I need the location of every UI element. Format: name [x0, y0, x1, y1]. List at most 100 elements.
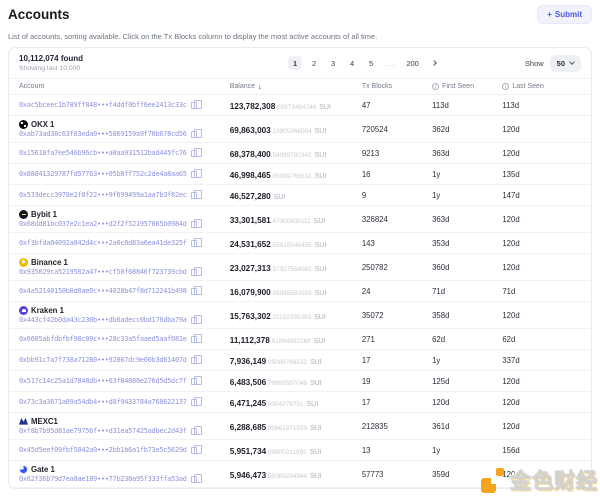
account-address-link[interactable]: 0xf8b7b95d81ae79756f•••d31ea57425adbec2d… [19, 427, 187, 435]
pagination-next-button[interactable] [427, 56, 441, 70]
balance-decimals: .55069294944 [266, 473, 307, 480]
account-address-link[interactable]: 0x68dd81bc037e2c1ea2•••d2f2f521957065b09… [19, 220, 187, 228]
balance-unit: SUI [315, 266, 327, 273]
account-address-link[interactable]: 0x533decc3978e2f8f22•••9f699499a1aa7b3f8… [19, 191, 187, 199]
balance-decimals: .21152395383 [271, 314, 311, 321]
copy-icon[interactable] [191, 269, 197, 276]
first-seen-cell: 1y [432, 446, 502, 455]
table-row[interactable]: MEXC1 0xf8b7b95d81ae79756f•••d31ea57425a… [9, 413, 591, 440]
account-address-link[interactable]: 0x15610fa7ee546b96cb•••a0aa931512bad445f… [19, 149, 187, 157]
last-seen-cell: 120d [502, 125, 581, 134]
last-seen-cell: 71d [502, 287, 581, 296]
copy-icon[interactable] [191, 102, 197, 109]
copy-icon[interactable] [191, 336, 197, 343]
table-row[interactable]: OKX 1 0xab73ad38c63f83eda0•••5869159a9f7… [9, 116, 591, 143]
table-row[interactable]: 0x88841329787fd57763•••05b8ff752c2de4a8a… [9, 164, 591, 185]
first-seen-cell: 363d [432, 215, 502, 224]
table-row[interactable]: 0x73c3a3671a89a54db4•••d8f9433784a768622… [9, 392, 591, 413]
balance-cell: 68,378,400.54065780342SUI [230, 144, 362, 162]
account-cell: 0xbb91c7a7f738a71280•••92867dc9e00b3d014… [19, 356, 230, 364]
table-row[interactable]: 0x15610fa7ee546b96cb•••a0aa931512bad445f… [9, 143, 591, 164]
copy-icon[interactable] [191, 131, 197, 138]
account-address-link[interactable]: 0x4a52140150b8d0ae0c•••4028b47f8d712241b… [19, 287, 187, 295]
exchange-icon [19, 210, 28, 219]
account-address-link[interactable]: 0x88841329787fd57763•••05b8ff752c2de4a8a… [19, 170, 187, 178]
balance-decimals: .47300830111 [271, 218, 311, 225]
copy-icon[interactable] [191, 240, 197, 247]
table-row[interactable]: Binance 1 0x935029ca5219502a47•••cf50f68… [9, 254, 591, 281]
balance-column-header[interactable]: Balance ↓ [230, 82, 362, 91]
copy-icon[interactable] [191, 192, 197, 199]
account-address-link[interactable]: 0xab73ad38c63f83eda0•••5869159a9f70b678c… [19, 130, 187, 138]
table-row[interactable]: 0xf3bfda04092a842d4c•••2a0c0d83a6ea41de3… [9, 233, 591, 254]
table-row[interactable]: 0x45d5eef09fbf5842a0•••2bb1b6a1fb73e5c56… [9, 440, 591, 461]
account-address-link[interactable]: 0x935029ca5219502a47•••cf50f68846f723739… [19, 268, 187, 276]
copy-icon[interactable] [191, 317, 197, 324]
balance-integer: 6,471,245 [230, 399, 266, 408]
account-address-link[interactable]: 0x6605abfdbfbf98c09c•••28c33a5faaed5aaf0… [19, 335, 187, 343]
balance-cell: 6,288,685.80661971029SUI [230, 417, 362, 435]
info-icon[interactable]: i [432, 83, 439, 90]
balance-decimals: .05089766532 [271, 173, 312, 180]
pagination-page[interactable]: 5 [364, 56, 378, 70]
account-address-link[interactable]: 0x443cf42b0da43c230b•••db6adecc0bd176dba… [19, 316, 187, 324]
copy-icon[interactable] [191, 476, 197, 483]
first-seen-cell: 359d [432, 470, 502, 479]
tx-blocks-column-header[interactable]: Tx Blocks [362, 83, 432, 90]
account-address-link[interactable]: 0x73c3a3671a89a54db4•••d8f9433784a768622… [19, 398, 187, 406]
first-seen-column-header: i First Seen [432, 83, 502, 90]
balance-integer: 15,763,302 [230, 312, 271, 321]
copy-icon[interactable] [191, 378, 197, 385]
table-row[interactable]: 0x6605abfdbfbf98c09c•••28c33a5faaed5aaf0… [9, 329, 591, 350]
balance-integer: 11,112,378 [230, 336, 270, 345]
account-cell: 0x15610fa7ee546b96cb•••a0aa931512bad445f… [19, 149, 230, 157]
exchange-name: OKX 1 [31, 120, 54, 129]
copy-icon[interactable] [191, 428, 197, 435]
account-address-link[interactable]: 0xbb91c7a7f738a71280•••92867dc9e00b3d014… [19, 356, 187, 364]
balance-unit: SUI [314, 338, 326, 345]
pagination-page[interactable]: 4 [345, 56, 359, 70]
info-icon[interactable]: i [502, 83, 509, 90]
copy-icon[interactable] [191, 221, 197, 228]
pagination-last-page[interactable]: 200 [403, 56, 422, 70]
pagination-page[interactable]: 1 [288, 56, 302, 70]
account-cell: 0x4a52140150b8d0ae0c•••4028b47f8d712241b… [19, 287, 230, 295]
pagination-page[interactable]: 2 [307, 56, 321, 70]
account-address-link[interactable]: 0x517c14c25a1d7848db•••63f84880e276d5d5d… [19, 377, 187, 385]
tx-blocks-cell: 13 [362, 446, 432, 455]
table-row[interactable]: 0x4a52140150b8d0ae0c•••4028b47f8d712241b… [9, 281, 591, 302]
balance-cell: 6,471,245.6354279751SUI [230, 393, 362, 411]
copy-icon[interactable] [191, 171, 197, 178]
copy-icon[interactable] [191, 288, 197, 295]
balance-integer: 5,951,734 [230, 447, 266, 456]
account-address-link[interactable]: 0x62f36b79d7ea8ae189•••77b230a95f333ffa5… [19, 475, 187, 483]
pagination-page[interactable]: 3 [326, 56, 340, 70]
copy-icon[interactable] [191, 150, 197, 157]
account-address-row: 0x517c14c25a1d7848db•••63f84880e276d5d5d… [19, 377, 230, 385]
copy-icon[interactable] [191, 447, 197, 454]
table-row[interactable]: 0xac5bceec1b789ff848•••f4ddf0bff6ee2413c… [9, 95, 591, 116]
exchange-icon [19, 465, 28, 474]
account-address-link[interactable]: 0xf3bfda04092a842d4c•••2a0c0d83a6ea41de3… [19, 239, 187, 247]
balance-cell: 16,079,900.05098582059SUI [230, 282, 362, 300]
sort-desc-icon[interactable]: ↓ [258, 82, 262, 91]
copy-icon[interactable] [191, 357, 197, 364]
submit-button[interactable]: + Submit [537, 5, 592, 24]
account-address-link[interactable]: 0x45d5eef09fbf5842a0•••2bb1b6a1fb73e5c56… [19, 446, 187, 454]
table-row[interactable]: Gate 1 0x62f36b79d7ea8ae189•••77b230a95f… [9, 461, 591, 488]
table-row[interactable]: 0xbb91c7a7f738a71280•••92867dc9e00b3d014… [9, 350, 591, 371]
page-size-dropdown[interactable]: 50 [550, 55, 581, 72]
copy-icon[interactable] [191, 399, 197, 406]
table-row[interactable]: Bybit 1 0x68dd81bc037e2c1ea2•••d2f2f5219… [9, 206, 591, 233]
pagination: 1 2 3 4 5 ... 200 [204, 56, 525, 70]
balance-unit: SUI [315, 173, 327, 180]
account-label: Binance 1 [19, 258, 230, 267]
plus-icon: + [547, 10, 552, 19]
last-seen-column-header: i Last Seen [502, 83, 581, 90]
table-row[interactable]: 0x517c14c25a1d7848db•••63f84880e276d5d5d… [9, 371, 591, 392]
table-row[interactable]: Kraken 1 0x443cf42b0da43c230b•••db6adecc… [9, 302, 591, 329]
table-row[interactable]: 0x533decc3978e2f8f22•••9f699499a1aa7b3f8… [9, 185, 591, 206]
balance-integer: 23,027,313 [230, 264, 271, 273]
balance-unit: SUI [310, 380, 322, 387]
account-address-link[interactable]: 0xac5bceec1b789ff848•••f4ddf0bff6ee2413c… [19, 101, 187, 109]
